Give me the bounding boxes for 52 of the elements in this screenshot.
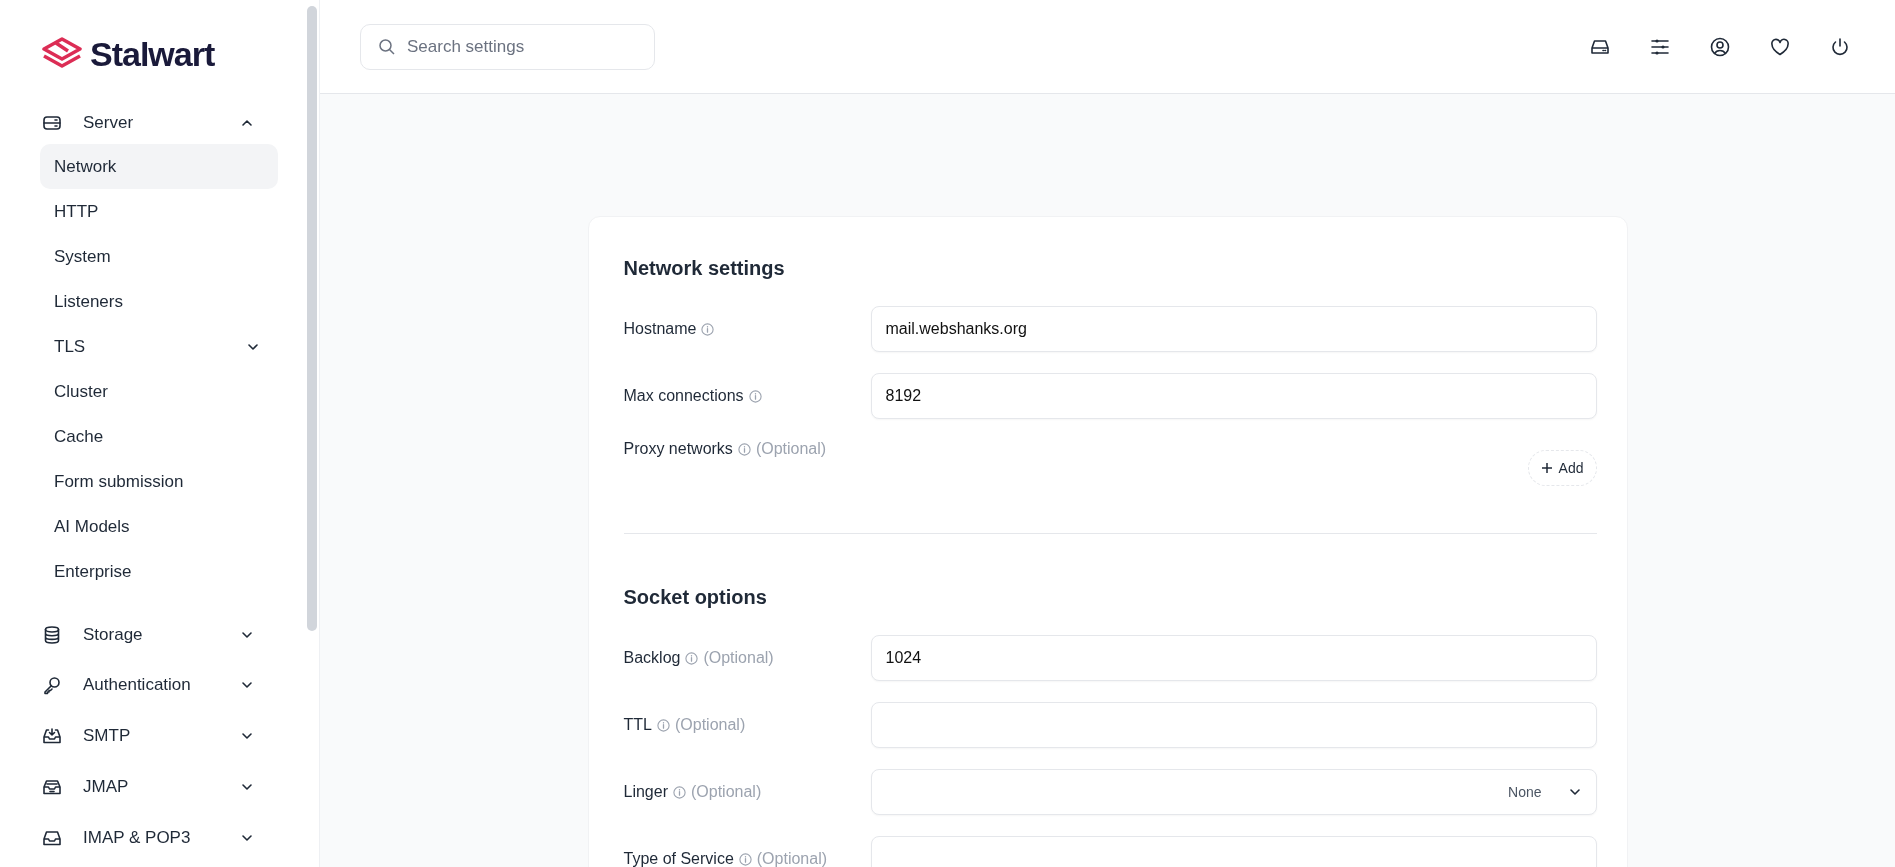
sidebar-item[interactable]: Cluster bbox=[40, 369, 278, 415]
optional-note: (Optional) bbox=[703, 649, 774, 667]
field-label: Proxy networks bbox=[623, 440, 733, 458]
user-circle-icon[interactable] bbox=[1709, 35, 1731, 58]
sidebar-group[interactable]: IMAP & POP3 bbox=[38, 816, 272, 859]
optional-note: (Optional) bbox=[674, 716, 746, 734]
input-field[interactable]: 1024 bbox=[870, 635, 1597, 681]
section-title: Network settings bbox=[623, 256, 786, 281]
sidebar-item[interactable]: System bbox=[40, 234, 278, 280]
field-label: Backlog bbox=[623, 649, 681, 667]
logo[interactable]: Stalwart bbox=[40, 26, 319, 83]
sidebar-item[interactable]: Listeners bbox=[40, 279, 278, 325]
input-field[interactable]: mail.webshanks.org bbox=[870, 306, 1597, 352]
sidebar-group[interactable]: JMAP bbox=[38, 765, 272, 809]
info-icon[interactable] bbox=[673, 785, 686, 799]
section-title: Socket options bbox=[623, 585, 768, 610]
optional-note: (Optional) bbox=[755, 440, 827, 458]
sidebar-item[interactable]: TLS bbox=[40, 324, 278, 370]
sidebar-item[interactable]: Network bbox=[40, 144, 278, 190]
add-button[interactable]: Add bbox=[1527, 450, 1597, 486]
select-field[interactable]: None bbox=[870, 769, 1597, 815]
field-label: TTL bbox=[623, 716, 652, 734]
sidebar-item[interactable]: Enterprise bbox=[40, 549, 278, 595]
info-icon[interactable] bbox=[656, 718, 670, 732]
info-icon[interactable] bbox=[738, 852, 752, 866]
field-label: Max connections bbox=[623, 387, 744, 405]
info-icon[interactable] bbox=[748, 389, 762, 403]
scrollbar-thumb[interactable] bbox=[307, 6, 317, 631]
sidebar-group[interactable]: Authentication bbox=[38, 663, 272, 707]
info-icon[interactable] bbox=[737, 442, 751, 456]
field-label: Hostname bbox=[623, 320, 697, 338]
plus-icon bbox=[1540, 462, 1553, 474]
sidebar-item[interactable]: AI Models bbox=[40, 504, 278, 550]
sidebar-item[interactable]: Cache bbox=[40, 414, 278, 460]
input-field[interactable]: 8192 bbox=[870, 373, 1597, 419]
power-icon[interactable] bbox=[1829, 35, 1851, 58]
sidebar-group[interactable]: SMTP bbox=[38, 714, 272, 758]
field-label: Linger bbox=[623, 783, 668, 801]
database-icon bbox=[42, 624, 62, 645]
field-label: Type of Service bbox=[623, 850, 734, 867]
sidebar-item[interactable]: Form submission bbox=[40, 459, 278, 505]
sidebar-group[interactable]: Storage bbox=[38, 613, 272, 656]
sidebar-group[interactable]: Server bbox=[38, 101, 272, 145]
optional-note: (Optional) bbox=[756, 850, 828, 867]
info-icon[interactable] bbox=[685, 651, 699, 665]
sidebar-item[interactable]: HTTP bbox=[40, 189, 278, 235]
info-icon[interactable] bbox=[701, 322, 715, 336]
input-field[interactable] bbox=[870, 702, 1597, 748]
search-field[interactable]: Search settings bbox=[360, 23, 655, 70]
optional-note: (Optional) bbox=[691, 783, 762, 801]
key-icon bbox=[42, 675, 62, 696]
search-icon bbox=[378, 37, 396, 56]
